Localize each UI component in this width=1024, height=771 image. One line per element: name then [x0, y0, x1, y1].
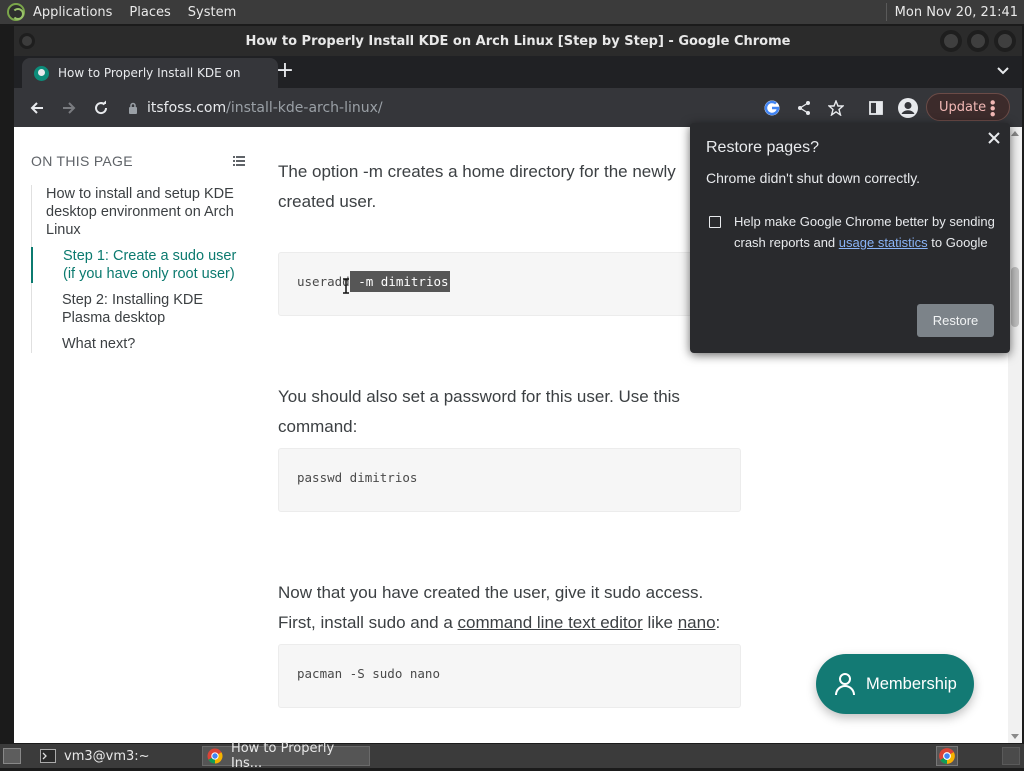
membership-label: Membership [866, 674, 957, 693]
update-label: Update [939, 99, 987, 115]
membership-button[interactable]: Membership [816, 654, 974, 714]
toc-list: How to install and setup KDE desktop env… [31, 185, 251, 353]
maximize-icon[interactable] [967, 30, 989, 52]
restore-description: Chrome didn't shut down correctly. [706, 170, 921, 186]
taskbar-item-terminal[interactable]: vm3@vm3:~ [36, 746, 196, 766]
distro-logo-icon[interactable] [7, 3, 25, 21]
crash-report-checkbox[interactable] [709, 216, 721, 228]
paragraph-home-directory: The option -m creates a home directory f… [278, 162, 676, 211]
bookmark-star-icon[interactable] [824, 96, 848, 120]
toc-heading: ON THIS PAGE [31, 153, 133, 169]
code-block-passwd[interactable]: passwd dimitrios [278, 448, 741, 512]
toc-heading-row: ON THIS PAGE [31, 153, 245, 169]
toc-item-step-2[interactable]: Step 2: Installing KDE Plasma desktop [32, 291, 251, 327]
crash-report-tail: to Google [927, 235, 988, 250]
text-cursor-icon [343, 278, 349, 294]
update-button[interactable]: Update ••• [926, 93, 1010, 121]
workspace-switcher[interactable] [1002, 747, 1020, 765]
scroll-down-icon[interactable] [1011, 734, 1019, 739]
chrome-icon [207, 748, 223, 764]
places-menu[interactable]: Places [129, 5, 170, 20]
taskbar-terminal-label: vm3@vm3:~ [64, 748, 150, 764]
restore-title: Restore pages? [706, 139, 819, 156]
window-controls [940, 30, 1016, 52]
applications-menu[interactable]: Applications [33, 5, 112, 20]
reload-icon [95, 100, 108, 115]
tab-strip: How to Properly Install KDE on Arch Linu… [14, 56, 1022, 88]
reload-button[interactable] [85, 92, 117, 124]
terminal-icon [40, 749, 56, 763]
url-path: /install-kde-arch-linux/ [226, 100, 383, 116]
window-titlebar[interactable]: How to Properly Install KDE on Arch Linu… [14, 26, 1022, 56]
url-host: itsfoss.com [147, 100, 227, 116]
list-icon[interactable] [233, 156, 245, 166]
scroll-up-icon[interactable] [1011, 131, 1019, 136]
close-icon[interactable] [986, 130, 1002, 146]
crash-report-text: Help make Google Chrome better by sendin… [734, 211, 998, 253]
google-lens-icon[interactable] [760, 96, 784, 120]
sudo-text-c: : [715, 613, 721, 632]
toc-item-what-next[interactable]: What next? [32, 335, 251, 353]
tab-active[interactable]: How to Properly Install KDE on Arch Linu… [22, 58, 278, 88]
chrome-logo-icon [939, 748, 955, 764]
profile-avatar-icon[interactable] [896, 96, 920, 120]
nano-link[interactable]: nano [678, 613, 716, 632]
close-window-icon[interactable] [994, 30, 1016, 52]
paragraph-sudo-access: Now that you have created the user, give… [278, 578, 743, 638]
chevron-down-icon[interactable] [996, 64, 1010, 78]
toc-item-install-setup[interactable]: How to install and setup KDE desktop env… [32, 185, 251, 239]
more-menu-icon[interactable]: ••• [983, 98, 1001, 116]
browser-toolbar: itsfoss.com/install-kde-arch-linux/ Upda… [14, 88, 1022, 128]
usage-statistics-link[interactable]: usage statistics [839, 235, 928, 250]
system-menu[interactable]: System [188, 5, 236, 20]
browser-window: How to Properly Install KDE on Arch Linu… [14, 26, 1022, 743]
share-icon[interactable] [792, 96, 816, 120]
lock-icon[interactable] [128, 102, 138, 115]
page-scrollbar[interactable] [1008, 127, 1022, 743]
command-line-editor-link[interactable]: command line text editor [458, 613, 643, 632]
panel-separator [885, 3, 887, 21]
paragraph-set-password: You should also set a password for this … [278, 387, 680, 436]
user-icon [835, 673, 855, 696]
show-desktop-icon[interactable] [3, 748, 21, 764]
arrow-right-icon [63, 102, 76, 114]
back-button[interactable] [21, 92, 53, 124]
taskbar-item-chrome[interactable]: How to Properly Ins... [202, 741, 370, 771]
restore-button[interactable]: Restore [917, 304, 994, 337]
tab-title: How to Properly Install KDE on Arch Linu… [58, 66, 244, 80]
window-menu-icon[interactable] [19, 33, 35, 49]
bottom-panel: vm3@vm3:~ How to Properly Ins... [0, 741, 1024, 771]
clock[interactable]: Mon Nov 20, 21:41 [895, 5, 1018, 20]
scrollbar-thumb[interactable] [1011, 267, 1019, 327]
forward-button[interactable] [53, 92, 85, 124]
top-panel: Applications Places System Mon Nov 20, 2… [0, 0, 1024, 24]
arrow-left-icon [30, 102, 43, 114]
minimize-icon[interactable] [940, 30, 962, 52]
restore-pages-dialog: Restore pages? Chrome didn't shut down c… [690, 123, 1010, 353]
new-tab-button[interactable]: + [274, 60, 296, 82]
taskbar-chrome-label: How to Properly Ins... [230, 741, 335, 771]
sudo-text-b: like [642, 613, 678, 632]
code-block-pacman[interactable]: pacman -S sudo nano [278, 644, 741, 708]
window-title: How to Properly Install KDE on Arch Linu… [245, 33, 791, 49]
table-of-contents: ON THIS PAGE How to install and setup KD… [31, 153, 251, 361]
toc-item-step-1[interactable]: Step 1: Create a sudo user (if you have … [31, 247, 251, 283]
side-panel-icon[interactable] [864, 96, 888, 120]
code-useradd-selection: -m dimitrios [349, 271, 450, 292]
itsfoss-favicon-icon [34, 65, 49, 81]
chrome-launcher-icon[interactable] [936, 746, 958, 766]
